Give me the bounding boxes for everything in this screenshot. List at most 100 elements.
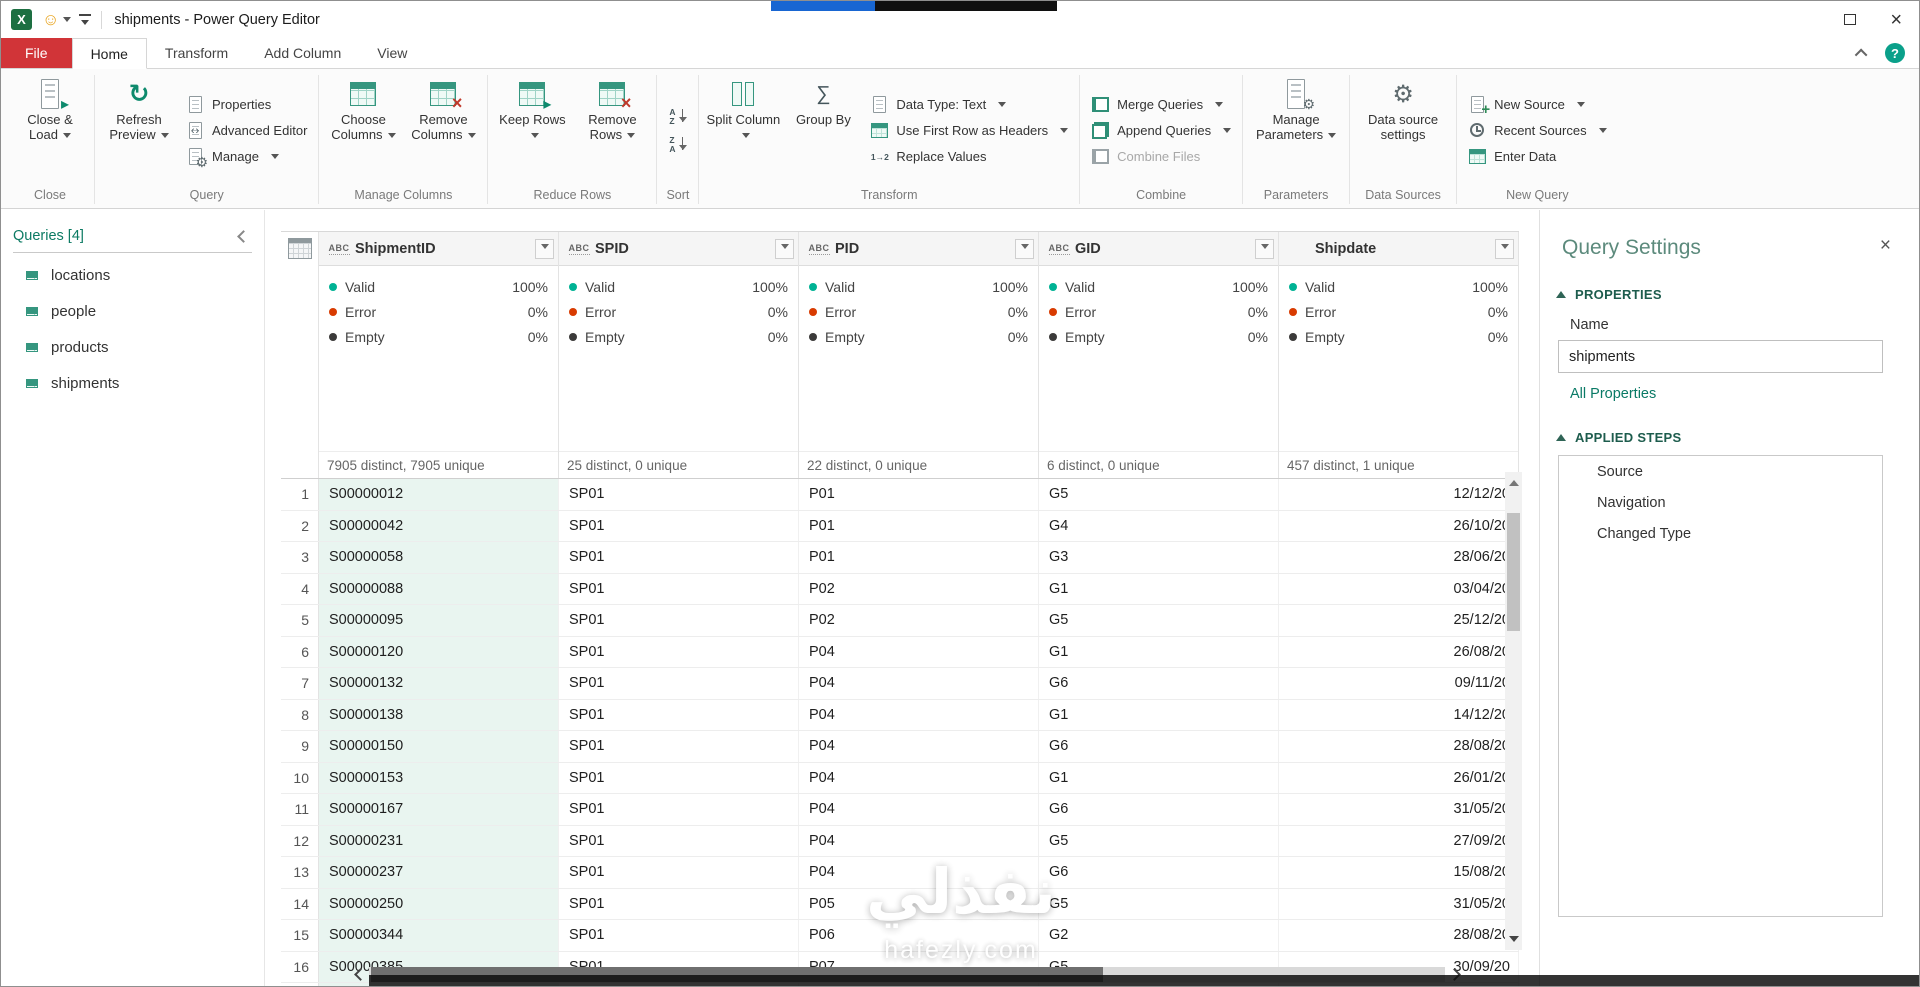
row-number[interactable]: 6 [281,636,319,667]
column-filter-button[interactable] [775,238,794,259]
cell-spid[interactable]: SP01 [559,794,799,825]
cell-pid[interactable]: P04 [799,857,1039,888]
scroll-up-arrow[interactable] [1505,472,1522,489]
column-type-icon[interactable]: ABC [1047,243,1071,255]
applied-step[interactable]: Navigation [1559,487,1882,518]
cell-pid[interactable]: P04 [799,825,1039,856]
column-filter-button[interactable] [1495,238,1514,259]
help-icon[interactable] [1885,43,1905,63]
column-header[interactable]: ABC ShipmentID [319,232,558,266]
cell-shipdate[interactable]: 28/08/20 [1279,920,1519,951]
row-number[interactable]: 7 [281,668,319,699]
manage-parameters-button[interactable]: Manage Parameters [1248,73,1344,188]
cell-pid[interactable]: P04 [799,731,1039,762]
cell-shipmentid[interactable]: S00000095 [319,605,559,636]
cell-gid[interactable]: G2 [1039,920,1279,951]
collapse-queries-pane-icon[interactable] [237,229,250,243]
cell-gid[interactable]: G6 [1039,668,1279,699]
cell-shipdate[interactable]: 27/09/20 [1279,825,1519,856]
cell-shipdate[interactable]: 31/05/20 [1279,794,1519,825]
cell-shipmentid[interactable]: S00000167 [319,794,559,825]
row-number[interactable]: 2 [281,510,319,541]
query-list-item[interactable]: products [1,329,264,365]
table-row[interactable]: 2 S00000042 SP01 P01 G4 26/10/20 [281,510,1519,542]
cell-spid[interactable]: SP01 [559,605,799,636]
choose-columns-button[interactable]: Choose Columns [324,73,402,188]
cell-shipmentid[interactable]: S00000237 [319,857,559,888]
cell-pid[interactable]: P02 [799,573,1039,604]
table-row[interactable]: 4 S00000088 SP01 P02 G1 03/04/20 [281,573,1519,605]
table-row[interactable]: 9 S00000150 SP01 P04 G6 28/08/20 [281,731,1519,763]
feedback-smiley-icon[interactable] [42,11,59,28]
query-name-input[interactable] [1558,340,1883,373]
cell-spid[interactable]: SP01 [559,479,799,510]
row-number[interactable]: 5 [281,605,319,636]
cell-pid[interactable]: P04 [799,636,1039,667]
split-column-button[interactable]: Split Column [704,73,782,188]
vertical-scrollbar-thumb[interactable] [1507,513,1520,631]
query-list-item[interactable]: people [1,293,264,329]
table-row[interactable]: 5 S00000095 SP01 P02 G5 25/12/20 [281,605,1519,637]
table-row[interactable]: 1 S00000012 SP01 P01 G5 12/12/20 [281,479,1519,511]
cell-pid[interactable]: P02 [799,605,1039,636]
row-number[interactable]: 9 [281,731,319,762]
row-number[interactable]: 10 [281,762,319,793]
cell-spid[interactable]: SP01 [559,825,799,856]
group-by-button[interactable]: Group By [784,73,862,188]
merge-queries-button[interactable]: Merge Queries [1087,94,1235,115]
restore-window-button[interactable] [1827,1,1873,38]
cell-shipmentid[interactable]: S00000042 [319,510,559,541]
column-type-icon[interactable]: ABC [807,243,831,255]
cell-gid[interactable]: G1 [1039,699,1279,730]
column-type-icon[interactable] [1287,248,1311,250]
replace-values-button[interactable]: Replace Values [866,146,1072,167]
table-row[interactable]: 11 S00000167 SP01 P04 G6 31/05/20 [281,794,1519,826]
cell-shipdate[interactable]: 31/05/20 [1279,888,1519,919]
cell-shipdate[interactable]: 26/08/20 [1279,636,1519,667]
use-first-row-as-headers-button[interactable]: Use First Row as Headers [866,120,1072,141]
scroll-left-arrow[interactable] [351,967,369,981]
data-source-settings-button[interactable]: Data source settings [1355,73,1451,188]
all-properties-link[interactable]: All Properties [1570,386,1656,402]
column-filter-button[interactable] [1015,238,1034,259]
vertical-scrollbar[interactable] [1505,472,1522,950]
cell-gid[interactable]: G3 [1039,542,1279,573]
cell-shipdate[interactable]: 26/01/20 [1279,762,1519,793]
cell-shipmentid[interactable]: S00000058 [319,542,559,573]
cell-shipmentid[interactable]: S00000153 [319,762,559,793]
tab-view[interactable]: View [359,38,425,68]
cell-shipdate[interactable]: 28/06/20 [1279,542,1519,573]
cell-gid[interactable]: G5 [1039,605,1279,636]
column-header[interactable]: Shipdate [1279,232,1518,266]
cell-pid[interactable]: P05 [799,888,1039,919]
cell-gid[interactable]: G5 [1039,479,1279,510]
cell-gid[interactable]: G6 [1039,857,1279,888]
advanced-editor-button[interactable]: Advanced Editor [182,120,311,141]
cell-shipmentid[interactable]: S00000250 [319,888,559,919]
properties-section-header[interactable]: PROPERTIES [1556,287,1901,302]
cell-shipdate[interactable]: 26/10/20 [1279,510,1519,541]
cell-spid[interactable]: SP01 [559,542,799,573]
table-row[interactable]: 6 S00000120 SP01 P04 G1 26/08/20 [281,636,1519,668]
close-panel-icon[interactable] [1880,236,1891,255]
table-row[interactable]: 12 S00000231 SP01 P04 G5 27/09/20 [281,825,1519,857]
cell-shipmentid[interactable]: S00000344 [319,920,559,951]
row-number[interactable]: 13 [281,857,319,888]
applied-step[interactable]: Changed Type [1559,518,1882,549]
cell-shipdate[interactable]: 28/08/20 [1279,731,1519,762]
cell-shipmentid[interactable]: S00000120 [319,636,559,667]
row-number[interactable]: 14 [281,888,319,919]
recent-sources-button[interactable]: Recent Sources [1464,120,1611,141]
cell-gid[interactable]: G5 [1039,825,1279,856]
cell-spid[interactable]: SP01 [559,920,799,951]
cell-pid[interactable]: P06 [799,920,1039,951]
cell-pid[interactable]: P04 [799,762,1039,793]
refresh-preview-button[interactable]: Refresh Preview [100,73,178,188]
column-histogram[interactable] [807,357,1030,451]
cell-gid[interactable]: G5 [1039,888,1279,919]
table-menu-button[interactable] [288,238,312,259]
cell-spid[interactable]: SP01 [559,888,799,919]
remove-rows-button[interactable]: Remove Rows [573,73,651,188]
row-number[interactable]: 1 [281,479,319,510]
row-number[interactable]: 11 [281,794,319,825]
